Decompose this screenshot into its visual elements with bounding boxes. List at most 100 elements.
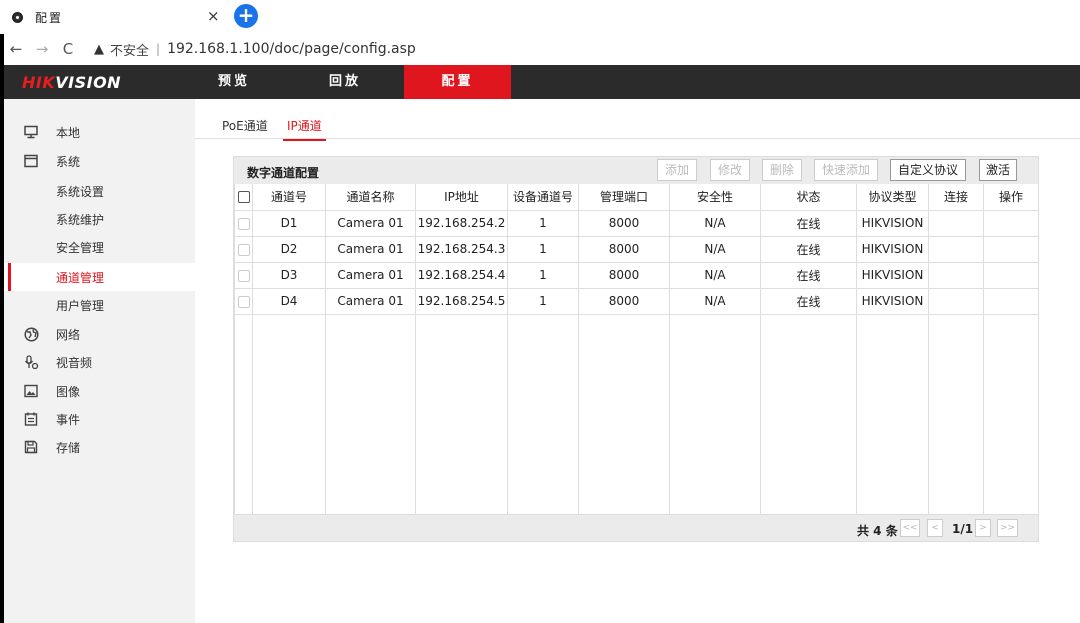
sidebar-item-event[interactable]: 事件: [4, 405, 195, 433]
select-all-checkbox[interactable]: [237, 191, 250, 204]
back-icon[interactable]: ←: [6, 40, 26, 58]
activate-button[interactable]: 激活: [979, 159, 1017, 181]
prev-page-button[interactable]: <: [927, 519, 943, 537]
sidebar-item-label: 系统设置: [56, 184, 105, 199]
delete-button[interactable]: 删除: [762, 159, 802, 181]
sidebar-item-video-audio[interactable]: 视音频: [4, 348, 195, 376]
reload-icon[interactable]: C: [58, 40, 78, 58]
cell-action[interactable]: [983, 261, 1039, 289]
nav-preview[interactable]: 预览: [199, 65, 269, 99]
cell-port: 8000: [578, 287, 670, 315]
tab-ip-channel[interactable]: IP通道: [283, 117, 326, 141]
cell-channel: D3: [252, 261, 326, 289]
sidebar-item-image[interactable]: 图像: [4, 377, 195, 405]
sidebar-item-network[interactable]: 网络: [4, 320, 195, 348]
col-header: 管理端口: [578, 184, 670, 211]
cell-ip: 192.168.254.5: [415, 287, 508, 315]
new-tab-button[interactable]: +: [234, 4, 258, 28]
cell-status: 在线: [760, 287, 857, 315]
col-header: 连接: [928, 184, 984, 211]
url-separator: |: [156, 42, 161, 56]
sidebar-item-system-maintenance[interactable]: 系统维护: [4, 205, 195, 233]
browser-tabbar: 配置 × +: [0, 0, 1080, 34]
cell-protocol: HIKVISION: [856, 287, 929, 315]
cell-name: Camera 01: [325, 261, 416, 289]
quick-add-button[interactable]: 快速添加: [814, 159, 878, 181]
table-empty-area: [234, 313, 1039, 515]
row-checkbox-cell: [234, 287, 253, 315]
nav-playback[interactable]: 回放: [306, 65, 384, 99]
cell-ip: 192.168.254.3: [415, 235, 508, 263]
table-row[interactable]: D2 Camera 01 192.168.254.3 1 8000 N/A 在线…: [234, 235, 1039, 263]
first-page-button[interactable]: <<: [900, 519, 920, 537]
cell-status: 在线: [760, 235, 857, 263]
sidebar-item-label: 安全管理: [56, 240, 105, 255]
cell-status: 在线: [760, 209, 857, 237]
col-header: 操作: [983, 184, 1039, 211]
sidebar-item-channel-management[interactable]: 通道管理: [4, 263, 195, 291]
cell-channel: D1: [252, 209, 326, 237]
browser-tab[interactable]: 配置 ×: [0, 0, 220, 34]
cell-action[interactable]: [983, 287, 1039, 315]
cell-channel: D2: [252, 235, 326, 263]
row-checkbox-cell: [234, 261, 253, 289]
sidebar-item-storage[interactable]: 存储: [4, 433, 195, 461]
col-header: 状态: [760, 184, 857, 211]
globe-icon: [23, 326, 39, 342]
channel-subtabs: PoE通道 IP通道: [195, 99, 1080, 141]
cell-connect: [928, 287, 984, 315]
image-icon: [23, 383, 39, 399]
modify-button[interactable]: 修改: [710, 159, 750, 181]
url-field[interactable]: 192.168.1.100/doc/page/config.asp: [167, 41, 416, 57]
tab-close-icon[interactable]: ×: [207, 8, 220, 24]
cell-device-channel: 1: [507, 209, 579, 237]
col-header: 设备通道号: [507, 184, 579, 211]
select-all-checkbox-cell: [234, 184, 253, 211]
sidebar-item-label: 用户管理: [56, 298, 105, 313]
panel-title: 数字通道配置: [247, 166, 320, 180]
cell-security: N/A: [669, 261, 761, 289]
cell-protocol: HIKVISION: [856, 235, 929, 263]
sidebar-item-label: 存储: [56, 440, 81, 455]
channel-table: 通道号 通道名称 IP地址 设备通道号 管理端口 安全性 状态 协议类型 连接 …: [234, 184, 1039, 515]
cell-device-channel: 1: [507, 287, 579, 315]
col-header: 协议类型: [856, 184, 929, 211]
add-button[interactable]: 添加: [657, 159, 697, 181]
row-checkbox[interactable]: [237, 217, 250, 230]
last-page-button[interactable]: >>: [997, 519, 1018, 537]
cell-action[interactable]: [983, 235, 1039, 263]
sidebar-item-local[interactable]: 本地: [4, 118, 195, 146]
sidebar-item-security[interactable]: 安全管理: [4, 233, 195, 261]
table-row[interactable]: D4 Camera 01 192.168.254.5 1 8000 N/A 在线…: [234, 287, 1039, 315]
nav-config[interactable]: 配置: [404, 65, 511, 99]
next-page-button[interactable]: >: [975, 519, 991, 537]
sidebar-item-label: 系统: [56, 154, 81, 169]
forward-icon[interactable]: →: [32, 40, 52, 58]
warning-icon[interactable]: ▲: [94, 42, 104, 57]
address-bar: ← → C ▲ 不安全 | 192.168.1.100/doc/page/con…: [0, 34, 1080, 64]
sidebar-item-system[interactable]: 系统: [4, 147, 195, 175]
custom-protocol-button[interactable]: 自定义协议: [890, 159, 966, 181]
table-row[interactable]: D3 Camera 01 192.168.254.4 1 8000 N/A 在线…: [234, 261, 1039, 289]
row-checkbox[interactable]: [237, 295, 250, 308]
cell-security: N/A: [669, 209, 761, 237]
cell-name: Camera 01: [325, 287, 416, 315]
sidebar: 本地 系统 系统设置 系统维护 安全管理 通道管理 用户管理 网络 视音频 图像: [4, 99, 195, 623]
cell-action[interactable]: [983, 209, 1039, 237]
cell-connect: [928, 261, 984, 289]
col-header: 通道号: [252, 184, 326, 211]
insecure-label[interactable]: 不安全: [110, 40, 149, 59]
pagination-bar: 共 4 条 << < 1/1 > >>: [234, 514, 1038, 541]
sidebar-item-label: 通道管理: [56, 270, 105, 285]
app-header: HIKVISION 预览 回放 配置: [4, 65, 1080, 99]
row-checkbox-cell: [234, 235, 253, 263]
cell-port: 8000: [578, 235, 670, 263]
row-checkbox[interactable]: [237, 243, 250, 256]
cell-connect: [928, 235, 984, 263]
sidebar-item-user-management[interactable]: 用户管理: [4, 291, 195, 319]
row-checkbox[interactable]: [237, 269, 250, 282]
cell-security: N/A: [669, 287, 761, 315]
tab-poe-channel[interactable]: PoE通道: [222, 117, 268, 134]
sidebar-item-system-settings[interactable]: 系统设置: [4, 177, 195, 205]
table-row[interactable]: D1 Camera 01 192.168.254.2 1 8000 N/A 在线…: [234, 209, 1039, 237]
